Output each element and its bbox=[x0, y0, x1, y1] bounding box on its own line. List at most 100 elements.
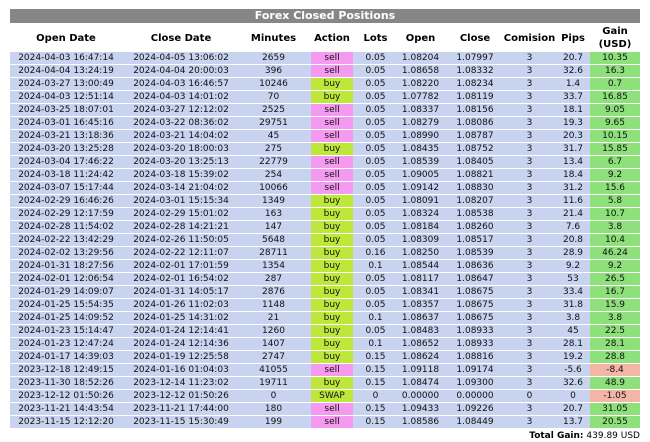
cell-pips: 13.4 bbox=[556, 156, 590, 168]
cell-close-date: 2024-03-22 08:36:02 bbox=[122, 117, 240, 129]
cell-comision: 3 bbox=[503, 299, 556, 311]
panel-title: Forex Closed Positions bbox=[10, 9, 640, 23]
positions-table: Open Date Close Date Minutes Action Lots… bbox=[10, 24, 640, 429]
cell-close-date: 2024-03-27 12:12:02 bbox=[122, 104, 240, 116]
cell-comision: 3 bbox=[503, 104, 556, 116]
cell-action: sell bbox=[307, 52, 357, 64]
cell-gain: 5.8 bbox=[590, 195, 640, 207]
table-row: 2024-03-04 17:46:22 2024-03-20 13:25:13 22… bbox=[10, 156, 640, 168]
cell-minutes: 1260 bbox=[240, 325, 307, 337]
total-gain-value: 439.89 USD bbox=[586, 431, 640, 441]
action-badge: buy bbox=[311, 221, 353, 233]
cell-action: buy bbox=[307, 143, 357, 155]
cell-open-date: 2023-11-30 18:52:26 bbox=[10, 377, 122, 389]
cell-gain: 0.7 bbox=[590, 78, 640, 90]
cell-open-date: 2024-03-27 13:00:49 bbox=[10, 78, 122, 90]
cell-open-date: 2024-01-25 14:09:52 bbox=[10, 312, 122, 324]
cell-open-date: 2024-03-04 17:46:22 bbox=[10, 156, 122, 168]
cell-minutes: 1349 bbox=[240, 195, 307, 207]
cell-close-price: 1.08830 bbox=[447, 182, 503, 194]
cell-open-date: 2024-03-07 15:17:44 bbox=[10, 182, 122, 194]
cell-minutes: 29751 bbox=[240, 117, 307, 129]
cell-open-price: 1.08435 bbox=[394, 143, 447, 155]
cell-action: buy bbox=[307, 78, 357, 90]
cell-lots: 0.1 bbox=[357, 312, 394, 324]
cell-pips: 31.8 bbox=[556, 299, 590, 311]
col-close: Close bbox=[459, 32, 491, 44]
cell-comision: 3 bbox=[503, 143, 556, 155]
cell-close-price: 1.08234 bbox=[447, 78, 503, 90]
cell-open-price: 0.00000 bbox=[394, 390, 447, 402]
cell-open-price: 1.08279 bbox=[394, 117, 447, 129]
cell-lots: 0.05 bbox=[357, 117, 394, 129]
cell-close-price: 1.08260 bbox=[447, 221, 503, 233]
table-row: 2024-03-01 16:45:16 2024-03-22 08:36:02 29… bbox=[10, 117, 640, 129]
table-row: 2024-01-23 12:47:24 2024-01-24 12:14:36 14… bbox=[10, 338, 640, 350]
cell-close-price: 1.08119 bbox=[447, 91, 503, 103]
cell-action: buy bbox=[307, 208, 357, 220]
table-row: 2023-11-30 18:52:26 2023-12-14 11:23:02 19… bbox=[10, 377, 640, 389]
cell-action: buy bbox=[307, 221, 357, 233]
cell-close-price: 1.08332 bbox=[447, 65, 503, 77]
cell-gain: 22.5 bbox=[590, 325, 640, 337]
table-row: 2024-02-02 13:29:56 2024-02-22 12:11:07 28… bbox=[10, 247, 640, 259]
table-row: 2024-01-31 18:27:56 2024-02-01 17:01:59 13… bbox=[10, 260, 640, 272]
cell-comision: 3 bbox=[503, 325, 556, 337]
cell-close-price: 1.09300 bbox=[447, 377, 503, 389]
cell-open-price: 1.08341 bbox=[394, 286, 447, 298]
cell-gain: 15.85 bbox=[590, 143, 640, 155]
action-badge: buy bbox=[311, 377, 353, 389]
cell-action: sell bbox=[307, 65, 357, 77]
table-row: 2024-02-22 13:42:29 2024-02-26 11:50:05 56… bbox=[10, 234, 640, 246]
cell-close-price: 1.08675 bbox=[447, 312, 503, 324]
cell-close-price: 1.09174 bbox=[447, 364, 503, 376]
cell-action: sell bbox=[307, 104, 357, 116]
cell-action: sell bbox=[307, 364, 357, 376]
cell-open-date: 2024-03-25 18:07:01 bbox=[10, 104, 122, 116]
cell-open-date: 2024-04-04 13:24:19 bbox=[10, 65, 122, 77]
cell-close-date: 2024-03-14 21:04:02 bbox=[122, 182, 240, 194]
cell-pips: 1.4 bbox=[556, 78, 590, 90]
cell-lots: 0.15 bbox=[357, 377, 394, 389]
table-row: 2024-01-23 15:14:47 2024-01-24 12:14:41 12… bbox=[10, 325, 640, 337]
cell-comision: 3 bbox=[503, 182, 556, 194]
cell-close-price: 1.08156 bbox=[447, 104, 503, 116]
cell-close-date: 2024-02-22 12:11:07 bbox=[122, 247, 240, 259]
cell-open-date: 2024-04-03 16:47:14 bbox=[10, 52, 122, 64]
cell-comision: 3 bbox=[503, 286, 556, 298]
cell-pips: 28.9 bbox=[556, 247, 590, 259]
action-badge: buy bbox=[311, 286, 353, 298]
action-badge: sell bbox=[311, 130, 353, 142]
cell-open-date: 2024-01-17 14:39:03 bbox=[10, 351, 122, 363]
cell-comision: 3 bbox=[503, 169, 556, 181]
cell-pips: 20.3 bbox=[556, 130, 590, 142]
cell-gain: 10.7 bbox=[590, 208, 640, 220]
cell-lots: 0 bbox=[357, 390, 394, 402]
action-badge: buy bbox=[311, 91, 353, 103]
cell-open-date: 2024-02-01 12:06:54 bbox=[10, 273, 122, 285]
cell-open-price: 1.08091 bbox=[394, 195, 447, 207]
action-badge: sell bbox=[311, 364, 353, 376]
cell-open-date: 2024-01-23 15:14:47 bbox=[10, 325, 122, 337]
cell-pips: 18.1 bbox=[556, 104, 590, 116]
cell-comision: 3 bbox=[503, 234, 556, 246]
table-row: 2024-02-29 16:46:26 2024-03-01 15:15:34 13… bbox=[10, 195, 640, 207]
cell-lots: 0.16 bbox=[357, 247, 394, 259]
cell-action: buy bbox=[307, 351, 357, 363]
cell-minutes: 1354 bbox=[240, 260, 307, 272]
cell-action: buy bbox=[307, 234, 357, 246]
action-badge: sell bbox=[311, 65, 353, 77]
table-row: 2024-04-03 12:51:14 2024-04-03 14:01:02 70… bbox=[10, 91, 640, 103]
cell-close-price: 1.08405 bbox=[447, 156, 503, 168]
cell-minutes: 287 bbox=[240, 273, 307, 285]
cell-open-price: 1.08637 bbox=[394, 312, 447, 324]
cell-action: sell bbox=[307, 169, 357, 181]
cell-lots: 0.05 bbox=[357, 169, 394, 181]
col-minutes: Minutes bbox=[250, 32, 297, 44]
cell-close-price: 1.08933 bbox=[447, 338, 503, 350]
cell-gain: 26.5 bbox=[590, 273, 640, 285]
cell-comision: 3 bbox=[503, 78, 556, 90]
cell-close-price: 1.08449 bbox=[447, 416, 503, 428]
cell-lots: 0.15 bbox=[357, 364, 394, 376]
col-lots: Lots bbox=[363, 32, 388, 44]
